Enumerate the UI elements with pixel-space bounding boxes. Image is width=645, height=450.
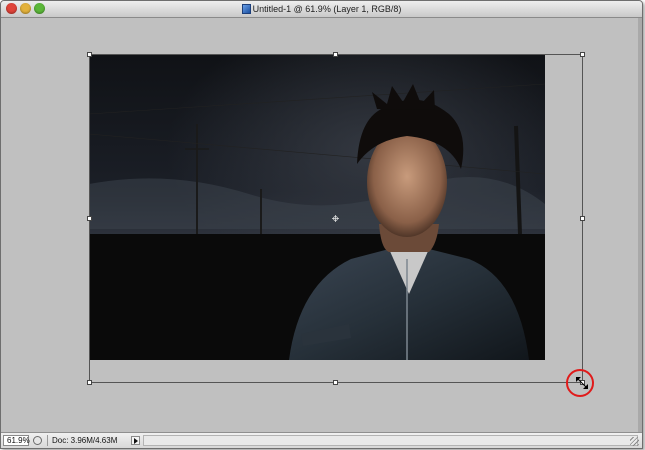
transform-handle-middle-left[interactable] (87, 216, 92, 221)
transform-handle-bottom-center[interactable] (333, 380, 338, 385)
reference-point-icon[interactable] (332, 215, 339, 222)
status-menu-arrow-icon[interactable] (131, 436, 140, 445)
horizontal-scrollbar[interactable] (143, 435, 638, 446)
portrait-photo (89, 54, 545, 360)
transform-handle-top-left[interactable] (87, 52, 92, 57)
photoshop-document-icon (241, 4, 251, 14)
title-bar[interactable]: Untitled-1 @ 61.9% (Layer 1, RGB/8) (1, 1, 642, 18)
window-title-container: Untitled-1 @ 61.9% (Layer 1, RGB/8) (1, 2, 642, 16)
document-window: Untitled-1 @ 61.9% (Layer 1, RGB/8) 61.9… (0, 0, 643, 449)
transform-handle-middle-right[interactable] (580, 216, 585, 221)
status-bar: 61.9% Doc: 3.96M/4.63M (1, 432, 642, 448)
zoom-level-field[interactable]: 61.9% (3, 435, 30, 446)
layer-image[interactable] (89, 54, 545, 360)
vertical-scrollbar[interactable] (638, 18, 642, 432)
document-size-readout: Doc: 3.96M/4.63M (47, 435, 136, 446)
transform-handle-top-center[interactable] (333, 52, 338, 57)
transform-handle-top-right[interactable] (580, 52, 585, 57)
transform-handle-bottom-left[interactable] (87, 380, 92, 385)
status-info-icon[interactable] (33, 436, 42, 445)
diagonal-resize-cursor-icon (576, 377, 588, 389)
resize-grip-icon[interactable] (630, 437, 639, 446)
window-title: Untitled-1 @ 61.9% (Layer 1, RGB/8) (252, 4, 402, 14)
